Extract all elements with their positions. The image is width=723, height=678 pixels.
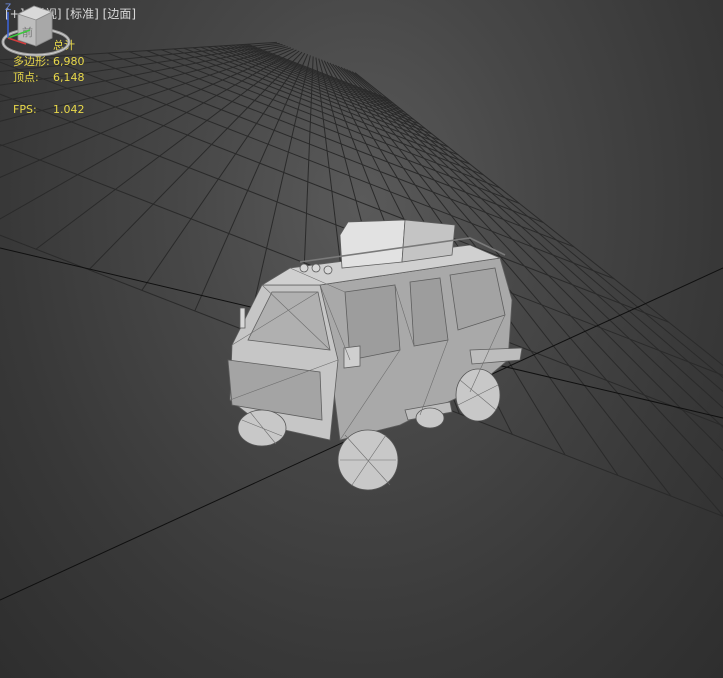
vertices-label: 顶点: [13,71,39,84]
perspective-viewport[interactable]: [+] [透视] [标准] [边面] 总计 多边形:6,980 顶点:6,148… [0,0,723,678]
vertices-value: 6,148 [53,71,85,84]
axis-tripod-icon: Z [5,3,31,45]
viewport-menu-edged-faces[interactable]: [边面] [103,7,136,21]
fps-label: FPS: [13,103,37,116]
axis-z-label: Z [5,3,11,13]
vehicle-model[interactable] [0,0,723,678]
fps-value: 1.042 [53,103,85,116]
